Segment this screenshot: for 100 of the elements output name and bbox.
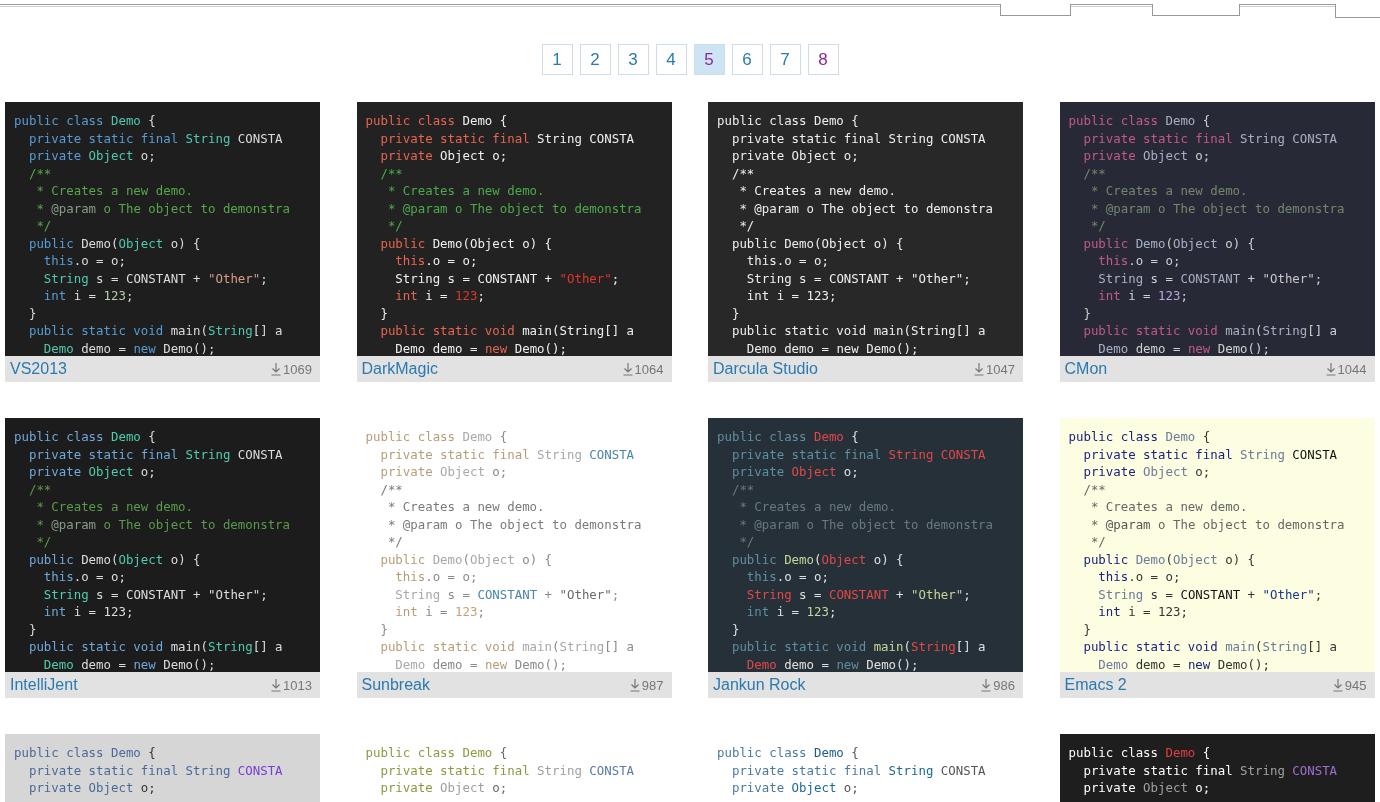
- theme-name[interactable]: DarkMagic: [361, 360, 438, 378]
- code-line: /**: [27, 480, 52, 498]
- code-line: public Demo(Object o) {: [27, 550, 201, 568]
- theme-name[interactable]: CMon: [1064, 360, 1108, 378]
- page-link[interactable]: 2: [579, 44, 611, 75]
- code-line: public class Demo {: [1068, 428, 1211, 446]
- code-line: public static void main(String[] a: [27, 322, 283, 340]
- code-line: int i = 123;: [745, 603, 837, 621]
- code-line: private Object o;: [379, 779, 508, 797]
- code-line: * @param o The object to demonstra: [1089, 515, 1345, 533]
- code-line: * Creates a new demo.: [1089, 182, 1248, 200]
- code-line: * @param o The object to demonstra: [386, 199, 642, 217]
- code-line: */: [738, 533, 755, 551]
- code-line: String s = CONSTANT + "Other";: [745, 269, 971, 287]
- code-line: * Creates a new demo.: [386, 182, 545, 200]
- code-line: /**: [379, 480, 403, 498]
- code-line: private Object o;: [1082, 463, 1211, 481]
- page-link[interactable]: 6: [731, 44, 763, 75]
- page-link[interactable]: 8: [807, 44, 839, 75]
- code-line: String s = CONSTANT + "Other";: [394, 269, 620, 287]
- code-line: Demo demo = new Demo();: [745, 339, 919, 356]
- code-line: this.o = o;: [1097, 252, 1181, 270]
- code-line: Demo demo = new Demo();: [394, 655, 567, 672]
- code-line: String s = CONSTANT + "Other";: [394, 585, 620, 603]
- code-line: private static final String CONSTA: [730, 445, 986, 463]
- code-line: private static final String CONSTA: [27, 761, 283, 779]
- code-line: private Object o;: [730, 779, 859, 797]
- code-line: */: [738, 217, 755, 235]
- theme-name[interactable]: IntelliJent: [10, 676, 78, 694]
- code-line: public class Demo {: [14, 744, 156, 762]
- code-line: public Demo(Object o) {: [1082, 550, 1256, 568]
- code-line: }: [379, 620, 388, 638]
- code-line: public class Demo {: [717, 428, 859, 446]
- download-count: 1044: [1337, 361, 1367, 377]
- code-line: /**: [27, 164, 52, 182]
- code-line: Demo demo = new Demo();: [1097, 339, 1270, 356]
- code-line: private Object o;: [1082, 779, 1211, 797]
- code-line: this.o = o;: [745, 252, 829, 270]
- page-link[interactable]: 3: [617, 44, 649, 75]
- code-line: this.o = o;: [394, 568, 478, 586]
- page-link[interactable]: 5: [693, 44, 725, 75]
- code-line: public static void main(String[] a: [27, 638, 283, 656]
- code-line: this.o = o;: [745, 568, 829, 586]
- code-line: }: [730, 304, 740, 322]
- code-line: * Creates a new demo.: [35, 182, 194, 200]
- code-line: int i = 123;: [42, 603, 134, 621]
- code-line: }: [379, 304, 388, 322]
- theme-name[interactable]: Jankun Rock: [713, 676, 806, 694]
- download-count: 1013: [283, 677, 312, 693]
- page-link[interactable]: 1: [541, 44, 573, 75]
- code-line: /**: [1082, 480, 1106, 498]
- code-line: public class Demo {: [365, 112, 508, 130]
- theme-name[interactable]: VS2013: [10, 360, 67, 378]
- code-line: Demo demo = new Demo();: [42, 339, 216, 356]
- code-line: Demo demo = new Demo();: [394, 339, 567, 356]
- code-line: */: [386, 217, 403, 235]
- code-line: /**: [730, 164, 755, 182]
- code-line: * @param o The object to demonstra: [386, 515, 642, 533]
- download-count: 986: [993, 677, 1015, 693]
- page-link[interactable]: 4: [655, 44, 687, 75]
- code-line: this.o = o;: [42, 568, 126, 586]
- dropdown[interactable]: [1335, 4, 1380, 18]
- code-line: public Demo(Object o) {: [730, 550, 904, 568]
- download-icon: [974, 362, 985, 376]
- code-line: public Demo(Object o) {: [730, 234, 904, 252]
- code-line: private static final String CONSTA: [1082, 445, 1338, 463]
- code-line: * Creates a new demo.: [386, 498, 545, 516]
- theme-name[interactable]: Sunbreak: [361, 676, 430, 694]
- code-line: this.o = o;: [394, 252, 478, 270]
- code-line: int i = 123;: [42, 287, 134, 305]
- code-line: public class Demo {: [717, 112, 859, 130]
- code-line: private Object o;: [27, 779, 156, 797]
- theme-name[interactable]: Darcula Studio: [713, 360, 818, 378]
- code-line: }: [730, 620, 740, 638]
- code-line: public class Demo {: [1068, 112, 1211, 130]
- download-count: 1069: [283, 361, 312, 377]
- code-line: }: [27, 620, 37, 638]
- code-line: String s = CONSTANT + "Other";: [42, 269, 268, 287]
- code-line: public class Demo {: [365, 428, 508, 446]
- dropdown[interactable]: [1152, 4, 1240, 16]
- code-line: */: [386, 533, 403, 551]
- code-line: this.o = o;: [42, 252, 126, 270]
- download-icon: [622, 362, 633, 376]
- code-line: /**: [1082, 164, 1106, 182]
- page-link[interactable]: 7: [769, 44, 801, 75]
- code-line: public class Demo {: [365, 744, 508, 762]
- dropdown[interactable]: [1000, 4, 1071, 16]
- code-line: * @param o The object to demonstra: [738, 199, 994, 217]
- code-line: private Object o;: [27, 463, 156, 481]
- code-line: * Creates a new demo.: [738, 182, 897, 200]
- download-icon: [271, 362, 282, 376]
- code-line: * Creates a new demo.: [1089, 498, 1248, 516]
- code-line: Demo demo = new Demo();: [1097, 655, 1270, 672]
- code-line: private static final String CONSTA: [27, 129, 283, 147]
- theme-name[interactable]: Emacs 2: [1064, 676, 1127, 694]
- code-line: Demo demo = new Demo();: [745, 655, 919, 672]
- code-line: private Object o;: [379, 463, 508, 481]
- code-line: public class Demo {: [1068, 744, 1211, 762]
- code-line: }: [1082, 304, 1091, 322]
- code-line: private static final String CONSTA: [1082, 129, 1338, 147]
